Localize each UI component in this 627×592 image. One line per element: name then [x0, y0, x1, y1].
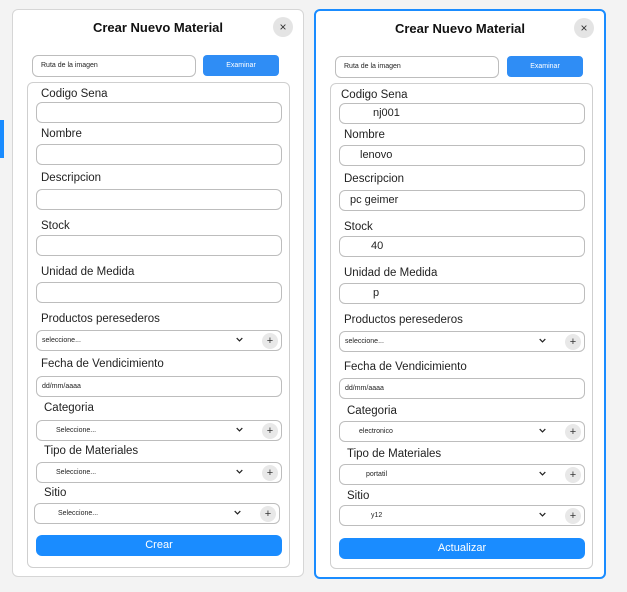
chevron-down-icon [236, 337, 243, 342]
browse-button[interactable]: Examinar [507, 56, 583, 77]
codigo-input[interactable] [36, 102, 282, 123]
descripcion-input[interactable]: pc geimer [339, 190, 585, 211]
add-icon[interactable]: + [565, 424, 581, 440]
unidad-label: Unidad de Medida [344, 267, 438, 279]
descripcion-label: Descripcion [344, 173, 405, 185]
edit-material-modal: Crear Nuevo Material × Ruta de la imagen… [314, 9, 606, 579]
sitio-select[interactable]: y12 + [339, 505, 585, 526]
file-row: Ruta de la imagen Examinar [335, 56, 585, 78]
create-material-modal: Crear Nuevo Material × Ruta de la imagen… [12, 9, 304, 577]
form-box: Codigo Sena Nombre Descripcion Stock Uni… [27, 82, 290, 568]
perecederos-value: seleccione... [42, 337, 81, 344]
browse-button[interactable]: Examinar [203, 55, 279, 76]
tipo-value: Seleccione... [56, 469, 97, 476]
chevron-down-icon [539, 428, 546, 433]
add-icon[interactable]: + [260, 506, 276, 522]
nombre-label: Nombre [41, 128, 82, 140]
descripcion-label: Descripcion [41, 172, 102, 184]
chevron-down-icon [539, 512, 546, 517]
stock-input[interactable] [36, 235, 282, 256]
sitio-select[interactable]: Seleccione... + [34, 503, 280, 524]
close-icon[interactable]: × [574, 18, 594, 38]
fecha-label: Fecha de Vendicimiento [41, 358, 164, 370]
tipo-value: portatil [366, 471, 388, 478]
image-path-input[interactable]: Ruta de la imagen [32, 55, 196, 77]
sitio-value: y12 [371, 512, 383, 519]
tipo-label: Tipo de Materiales [347, 448, 442, 460]
perecederos-select[interactable]: seleccione... + [36, 330, 282, 351]
tipo-select[interactable]: Seleccione... + [36, 462, 282, 483]
image-path-input[interactable]: Ruta de la imagen [335, 56, 499, 78]
perecederos-label: Productos peresederos [41, 313, 160, 325]
sitio-label: Sitio [347, 490, 370, 502]
perecederos-label: Productos peresederos [344, 314, 463, 326]
stock-label: Stock [344, 221, 373, 233]
modal-title: Crear Nuevo Material [394, 21, 526, 36]
form-box: Codigo Sena nj001 Nombre lenovo Descripc… [330, 83, 593, 569]
descripcion-input[interactable] [36, 189, 282, 210]
add-icon[interactable]: + [565, 334, 581, 350]
chevron-down-icon [236, 469, 243, 474]
stock-input[interactable]: 40 [339, 236, 585, 257]
categoria-select[interactable]: electronico + [339, 421, 585, 442]
codigo-label: Codigo Sena [41, 88, 108, 100]
perecederos-select[interactable]: seleccione... + [339, 331, 585, 352]
add-icon[interactable]: + [262, 333, 278, 349]
unidad-label: Unidad de Medida [41, 266, 135, 278]
categoria-value: electronico [359, 428, 393, 435]
categoria-label: Categoria [44, 402, 94, 414]
add-icon[interactable]: + [565, 467, 581, 483]
chevron-down-icon [236, 427, 243, 432]
categoria-select[interactable]: Seleccione... + [36, 420, 282, 441]
sitio-value: Seleccione... [58, 510, 99, 517]
fecha-input[interactable]: dd/mm/aaaa [339, 378, 585, 399]
fecha-label: Fecha de Vendicimiento [344, 361, 467, 373]
stage: Crear Nuevo Material × Ruta de la imagen… [0, 0, 627, 592]
close-icon[interactable]: × [273, 17, 293, 37]
nombre-input[interactable] [36, 144, 282, 165]
file-row: Ruta de la imagen Examinar [32, 55, 282, 77]
add-icon[interactable]: + [262, 423, 278, 439]
modal-title: Crear Nuevo Material [92, 20, 224, 35]
codigo-input[interactable]: nj001 [339, 103, 585, 124]
perecederos-value: seleccione... [345, 338, 384, 345]
actualizar-button[interactable]: Actualizar [339, 538, 585, 559]
add-icon[interactable]: + [262, 465, 278, 481]
stock-label: Stock [41, 220, 70, 232]
codigo-label: Codigo Sena [341, 89, 408, 101]
categoria-label: Categoria [347, 405, 397, 417]
tipo-label: Tipo de Materiales [44, 445, 139, 457]
crear-button[interactable]: Crear [36, 535, 282, 556]
sitio-label: Sitio [44, 487, 67, 499]
nombre-input[interactable]: lenovo [339, 145, 585, 166]
tipo-select[interactable]: portatil + [339, 464, 585, 485]
fecha-input[interactable]: dd/mm/aaaa [36, 376, 282, 397]
unidad-input[interactable] [36, 282, 282, 303]
add-icon[interactable]: + [565, 508, 581, 524]
chevron-down-icon [234, 510, 241, 515]
chevron-down-icon [539, 471, 546, 476]
unidad-input[interactable]: p [339, 283, 585, 304]
nombre-label: Nombre [344, 129, 385, 141]
categoria-value: Seleccione... [56, 427, 97, 434]
left-accent-bar [0, 120, 4, 158]
chevron-down-icon [539, 338, 546, 343]
